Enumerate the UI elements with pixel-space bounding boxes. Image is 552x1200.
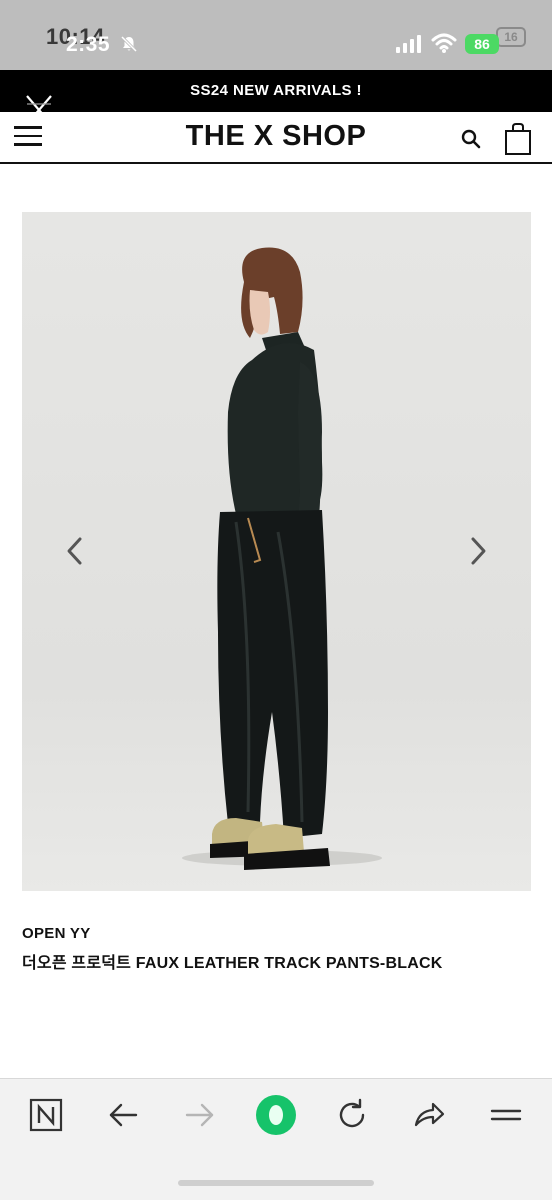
screen: 10:14 2:35 16 86 SS24 NEW ARRIVALS ! THE… bbox=[0, 0, 552, 1200]
site-header: THE X SHOP bbox=[0, 112, 552, 164]
bell-muted-icon bbox=[120, 35, 138, 53]
refresh-icon[interactable] bbox=[334, 1097, 370, 1133]
back-arrow-icon[interactable] bbox=[105, 1097, 141, 1133]
status-bar: 10:14 2:35 16 86 bbox=[0, 0, 552, 70]
wifi-icon bbox=[431, 33, 457, 53]
product-name[interactable]: 더오픈 프로덕트 FAUX LEATHER TRACK PANTS-BLACK bbox=[22, 949, 442, 973]
forward-arrow-icon[interactable] bbox=[182, 1097, 218, 1133]
product-brand[interactable]: OPEN YY bbox=[22, 925, 91, 942]
promo-banner[interactable]: SS24 NEW ARRIVALS ! bbox=[0, 70, 552, 112]
naver-n-icon[interactable] bbox=[28, 1097, 64, 1133]
search-icon[interactable] bbox=[460, 128, 482, 150]
cellular-signal-icon bbox=[396, 35, 421, 53]
product-image[interactable] bbox=[22, 212, 531, 891]
home-indicator[interactable] bbox=[178, 1180, 374, 1186]
model-photo bbox=[182, 247, 382, 870]
battery-indicator: 86 bbox=[465, 34, 499, 54]
status-time: 2:35 bbox=[66, 33, 111, 56]
close-icon[interactable] bbox=[24, 92, 54, 128]
share-icon[interactable] bbox=[411, 1097, 447, 1133]
green-dot-icon[interactable] bbox=[254, 1093, 298, 1137]
carousel-prev-icon[interactable] bbox=[62, 535, 88, 567]
carousel-next-icon[interactable] bbox=[465, 535, 491, 567]
shopping-bag-icon[interactable] bbox=[504, 122, 532, 156]
battery-ghost: 16 bbox=[496, 27, 526, 47]
menu-lines-icon[interactable] bbox=[488, 1097, 524, 1133]
